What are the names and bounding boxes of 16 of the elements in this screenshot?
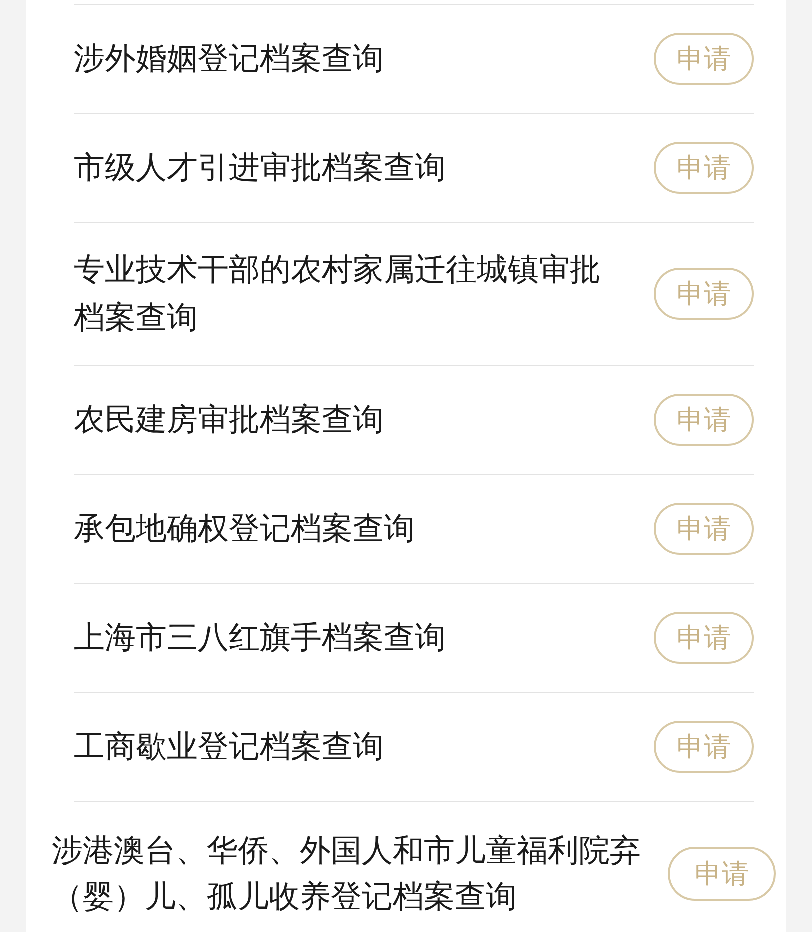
query-title: 承包地确权登记档案查询 bbox=[74, 510, 416, 549]
apply-button[interactable]: 申请 bbox=[654, 612, 754, 664]
apply-button[interactable]: 申请 bbox=[654, 268, 754, 320]
query-title: 市级人才引进审批档案查询 bbox=[74, 149, 447, 188]
query-title: 涉外婚姻登记档案查询 bbox=[74, 40, 385, 79]
apply-button[interactable]: 申请 bbox=[654, 721, 754, 773]
query-title: 农民建房审批档案查询 bbox=[74, 401, 385, 440]
apply-button[interactable]: 申请 bbox=[668, 847, 776, 901]
apply-button[interactable]: 申请 bbox=[654, 33, 754, 85]
query-title: 上海市三八红旗手档案查询 bbox=[74, 619, 447, 658]
apply-button[interactable]: 申请 bbox=[654, 503, 754, 555]
query-title: 专业技术干部的农村家属迁往城镇审批档案查询 bbox=[74, 251, 602, 338]
apply-button[interactable]: 申请 bbox=[654, 142, 754, 194]
apply-button[interactable]: 申请 bbox=[654, 394, 754, 446]
query-title: 涉港澳台、华侨、外国人和市儿童福利院弃（婴）儿、孤儿收养登记档案查询 bbox=[52, 832, 642, 917]
query-title: 工商歇业登记档案查询 bbox=[74, 728, 385, 767]
